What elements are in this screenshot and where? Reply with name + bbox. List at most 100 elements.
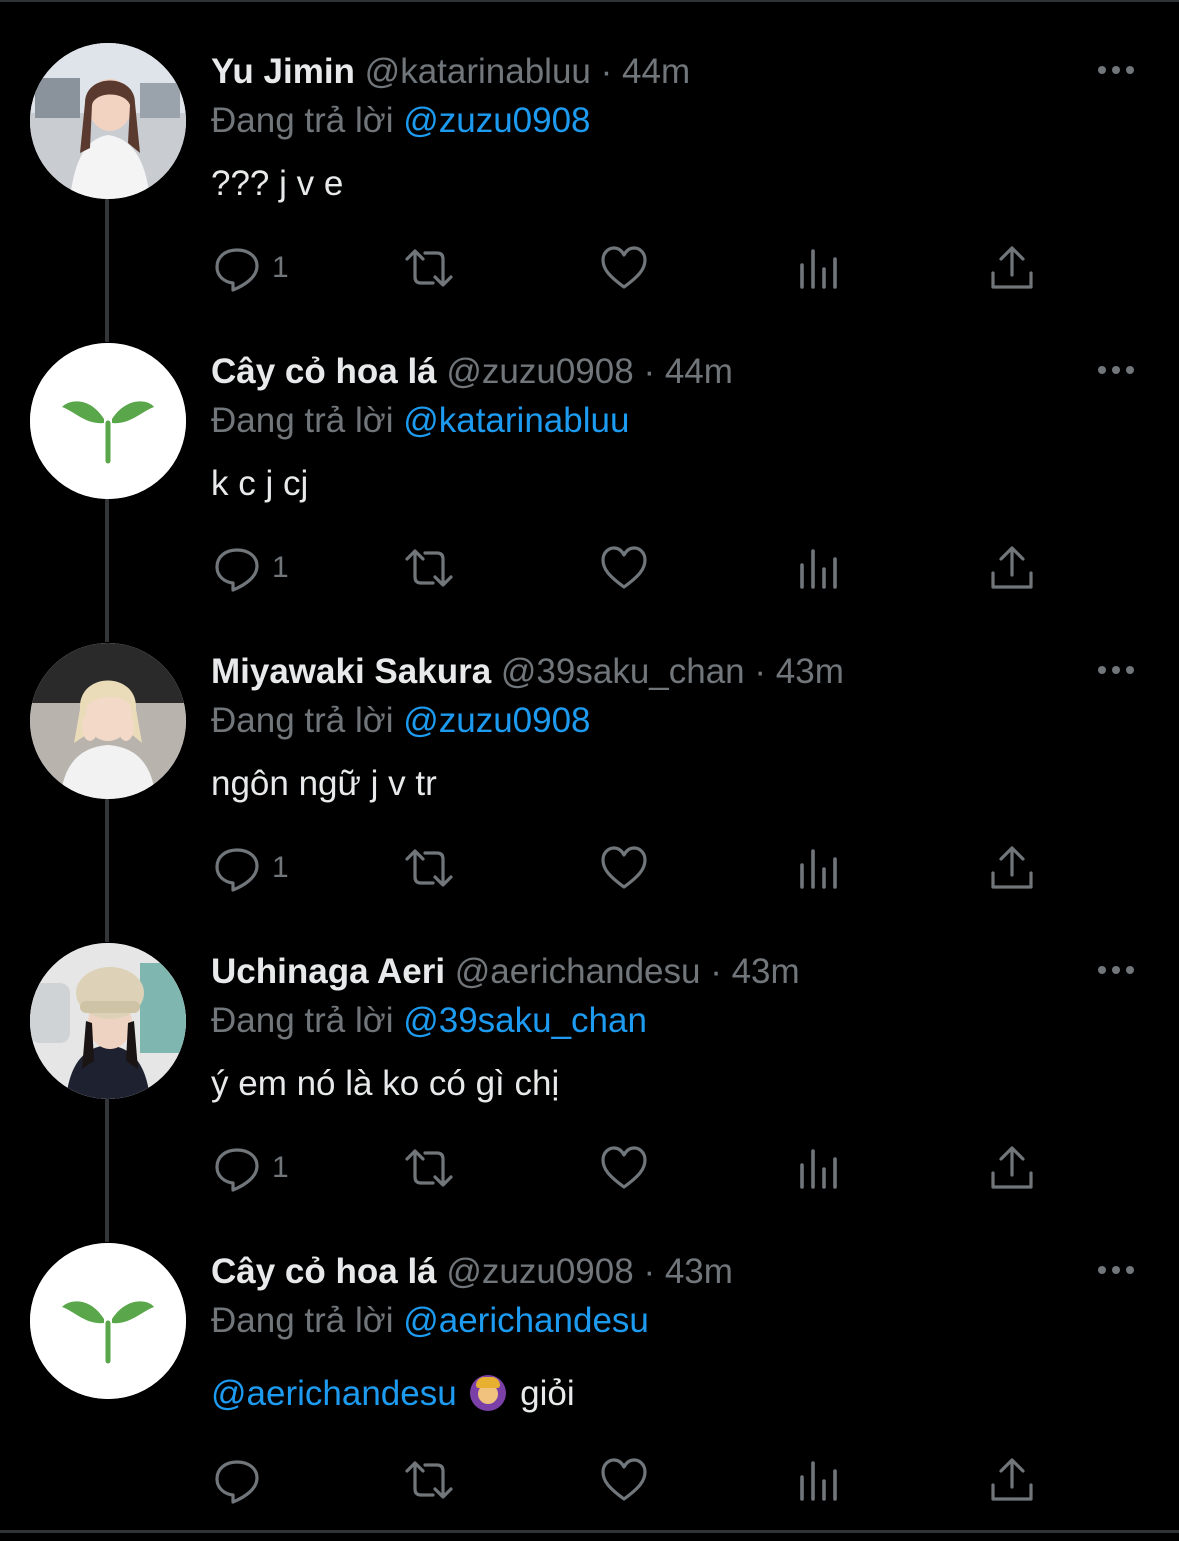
avatar[interactable] xyxy=(30,943,186,1099)
like-button[interactable] xyxy=(599,1452,649,1508)
views-button[interactable] xyxy=(794,540,844,596)
display-name[interactable]: Miyawaki Sakura xyxy=(211,652,491,691)
bottom-border xyxy=(0,1530,1179,1533)
like-button[interactable] xyxy=(599,840,649,896)
share-icon xyxy=(991,1458,1033,1501)
replying-to-mention[interactable]: @zuzu0908 xyxy=(403,701,590,740)
more-options-button[interactable] xyxy=(1090,1254,1142,1286)
tweet[interactable]: Uchinaga Aeri @aerichandesu · 43m Đang t… xyxy=(0,900,1179,1242)
views-button[interactable] xyxy=(794,240,844,296)
avatar[interactable] xyxy=(30,643,186,799)
tweet-actions: 1 xyxy=(0,1140,1179,1200)
username[interactable]: @aerichandesu xyxy=(455,952,701,991)
replying-to-mention[interactable]: @aerichandesu xyxy=(403,1301,649,1340)
display-name[interactable]: Uchinaga Aeri xyxy=(211,952,445,991)
tweet[interactable]: Yu Jimin @katarinabluu · 44m Đang trả lờ… xyxy=(0,0,1179,342)
tweet-header: Yu Jimin @katarinabluu · 44m xyxy=(211,50,690,94)
reply-button[interactable]: 1 xyxy=(212,540,289,596)
replying-to-label: Đang trả lời xyxy=(211,701,394,740)
tweet[interactable]: Cây cỏ hoa lá @zuzu0908 · 44m Đang trả l… xyxy=(0,300,1179,642)
username[interactable]: @zuzu0908 xyxy=(446,352,633,391)
heart-icon xyxy=(601,1146,647,1189)
retweet-button[interactable] xyxy=(404,840,454,896)
avatar[interactable] xyxy=(30,43,186,199)
more-icon xyxy=(1098,1266,1134,1274)
share-button[interactable] xyxy=(987,1452,1037,1508)
replying-to-mention[interactable]: @katarinabluu xyxy=(403,401,629,440)
username[interactable]: @39saku_chan xyxy=(501,652,745,691)
more-options-button[interactable] xyxy=(1090,654,1142,686)
heart-icon xyxy=(601,546,647,589)
person-gesturing-ok-emoji xyxy=(470,1375,507,1411)
retweet-button[interactable] xyxy=(404,540,454,596)
timestamp[interactable]: 44m xyxy=(665,352,733,391)
views-button[interactable] xyxy=(794,840,844,896)
views-button[interactable] xyxy=(794,1140,844,1196)
replying-to-label: Đang trả lời xyxy=(211,101,394,140)
share-button[interactable] xyxy=(987,1140,1037,1196)
tweet-text: ngôn ngữ j v tr xyxy=(211,764,437,803)
share-button[interactable] xyxy=(987,540,1037,596)
avatar[interactable] xyxy=(30,1243,186,1399)
separator-dot: · xyxy=(754,652,767,691)
reply-button[interactable]: 1 xyxy=(212,840,289,896)
reply-icon xyxy=(215,848,259,892)
heart-icon xyxy=(601,846,647,889)
heart-icon xyxy=(601,246,647,289)
share-icon xyxy=(991,846,1033,889)
more-options-button[interactable] xyxy=(1090,954,1142,986)
timestamp[interactable]: 43m xyxy=(665,1252,733,1291)
replying-to-mention[interactable]: @zuzu0908 xyxy=(403,101,590,140)
tweet-header: Cây cỏ hoa lá @zuzu0908 · 44m xyxy=(211,350,733,394)
replying-to-mention[interactable]: @39saku_chan xyxy=(403,1001,647,1040)
replying-to-label: Đang trả lời xyxy=(211,401,394,440)
more-icon xyxy=(1098,66,1134,74)
reply-icon xyxy=(215,1148,259,1192)
share-button[interactable] xyxy=(987,240,1037,296)
analytics-icon xyxy=(800,1461,837,1501)
timestamp[interactable]: 44m xyxy=(622,52,690,91)
reply-thread: Yu Jimin @katarinabluu · 44m Đang trả lờ… xyxy=(0,0,1179,1541)
tweet-header: Miyawaki Sakura @39saku_chan · 43m xyxy=(211,650,844,694)
reply-icon xyxy=(215,548,259,592)
retweet-button[interactable] xyxy=(404,1140,454,1196)
avatar[interactable] xyxy=(30,343,186,499)
tweet-actions: 1 xyxy=(0,840,1179,900)
like-button[interactable] xyxy=(599,1140,649,1196)
share-icon xyxy=(991,546,1033,589)
more-icon xyxy=(1098,666,1134,674)
reply-button[interactable]: 1 xyxy=(212,240,289,296)
like-button[interactable] xyxy=(599,540,649,596)
share-icon xyxy=(991,1146,1033,1189)
display-name[interactable]: Cây cỏ hoa lá xyxy=(211,1252,437,1291)
username[interactable]: @zuzu0908 xyxy=(446,1252,633,1291)
tweet[interactable]: Miyawaki Sakura @39saku_chan · 43m Đang … xyxy=(0,600,1179,942)
profile-photo xyxy=(30,43,186,199)
reply-count: 1 xyxy=(272,251,289,284)
display-name[interactable]: Yu Jimin xyxy=(211,52,355,91)
more-options-button[interactable] xyxy=(1090,54,1142,86)
text-mention[interactable]: @aerichandesu xyxy=(211,1374,457,1413)
retweet-button[interactable] xyxy=(404,240,454,296)
replying-to-label: Đang trả lời xyxy=(211,1301,394,1340)
share-button[interactable] xyxy=(987,840,1037,896)
more-options-button[interactable] xyxy=(1090,354,1142,386)
heart-icon xyxy=(601,1458,647,1501)
tweet-text: ??? j v e xyxy=(211,164,344,203)
timestamp[interactable]: 43m xyxy=(732,952,800,991)
tweet-header: Cây cỏ hoa lá @zuzu0908 · 43m xyxy=(211,1250,733,1294)
analytics-icon xyxy=(800,549,837,589)
reply-count: 1 xyxy=(272,1151,289,1184)
separator-dot: · xyxy=(643,1252,656,1291)
like-button[interactable] xyxy=(599,240,649,296)
reply-button[interactable] xyxy=(212,1452,262,1508)
username[interactable]: @katarinabluu xyxy=(365,52,591,91)
views-button[interactable] xyxy=(794,1452,844,1508)
tweet[interactable]: Cây cỏ hoa lá @zuzu0908 · 43m Đang trả l… xyxy=(0,1200,1179,1530)
retweet-button[interactable] xyxy=(404,1452,454,1508)
display-name[interactable]: Cây cỏ hoa lá xyxy=(211,352,437,391)
timestamp[interactable]: 43m xyxy=(776,652,844,691)
reply-button[interactable]: 1 xyxy=(212,1140,289,1196)
replying-to: Đang trả lời @katarinabluu xyxy=(211,399,629,443)
tweet-text-words: giỏi xyxy=(520,1374,575,1413)
